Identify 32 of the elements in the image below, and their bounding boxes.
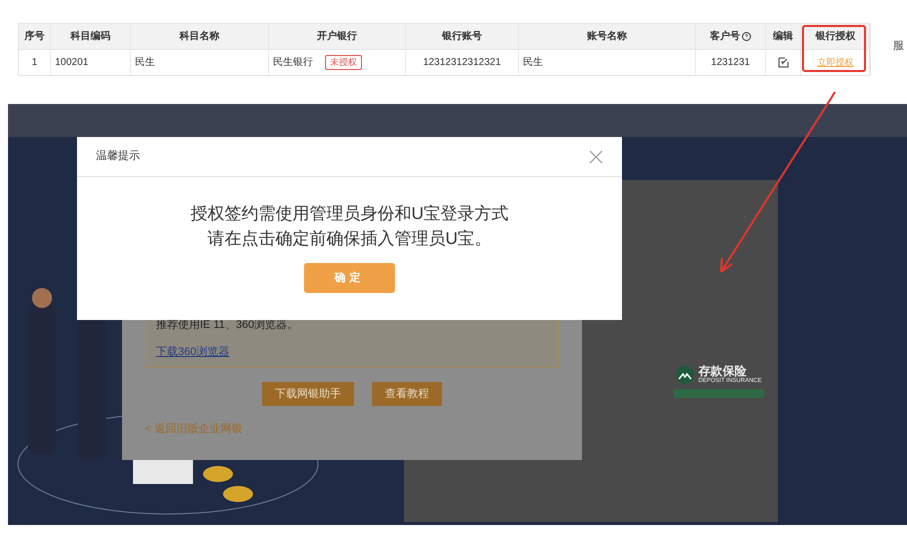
dialog-message: 授权签约需使用管理员身份和U宝登录方式 xyxy=(190,203,509,225)
action-button[interactable]: 下载网银助手 xyxy=(262,382,354,406)
table-cell-text: 12312312312321 xyxy=(423,56,501,70)
column-header: 序号 xyxy=(24,29,44,44)
logo-title: 存款保险 xyxy=(698,365,746,378)
confirm-button[interactable]: 确定 xyxy=(304,263,395,293)
authorize-link[interactable]: 立即授权 xyxy=(818,56,854,70)
highlight-frame xyxy=(802,25,866,72)
dialog-title: 温馨提示 xyxy=(96,149,140,164)
help-icon[interactable] xyxy=(742,32,751,41)
action-button[interactable]: 查看教程 xyxy=(372,382,442,406)
mountain-logo-icon xyxy=(676,366,694,384)
table-cell-text: 民生 xyxy=(135,56,155,70)
download-link[interactable]: 下载360浏览器 xyxy=(156,344,230,360)
table-cell-text: 100201 xyxy=(55,56,88,70)
table-cell-text: 民生银行 xyxy=(273,56,313,70)
column-header: 账号名称 xyxy=(587,30,627,44)
close-icon[interactable] xyxy=(589,150,603,164)
edit-icon[interactable] xyxy=(778,57,788,68)
column-header: 科目编码 xyxy=(70,30,110,44)
column-header: 编辑 xyxy=(773,30,793,44)
dialog-message: 请在点击确定前确保插入管理员U宝。 xyxy=(207,228,492,250)
table-cell-text: 1 xyxy=(32,56,38,70)
table-cell-text: 民生 xyxy=(523,56,543,70)
column-header: 客户号 xyxy=(710,29,740,44)
table-cell-text: 1231231 xyxy=(711,56,750,70)
column-header: 银行账号 xyxy=(442,30,482,44)
side-text: 服 xyxy=(893,39,904,54)
column-header: 银行授权 xyxy=(816,30,856,44)
column-header: 开户银行 xyxy=(317,29,357,44)
status-tag: 未授权 xyxy=(325,55,362,70)
column-header: 科目名称 xyxy=(180,30,220,44)
